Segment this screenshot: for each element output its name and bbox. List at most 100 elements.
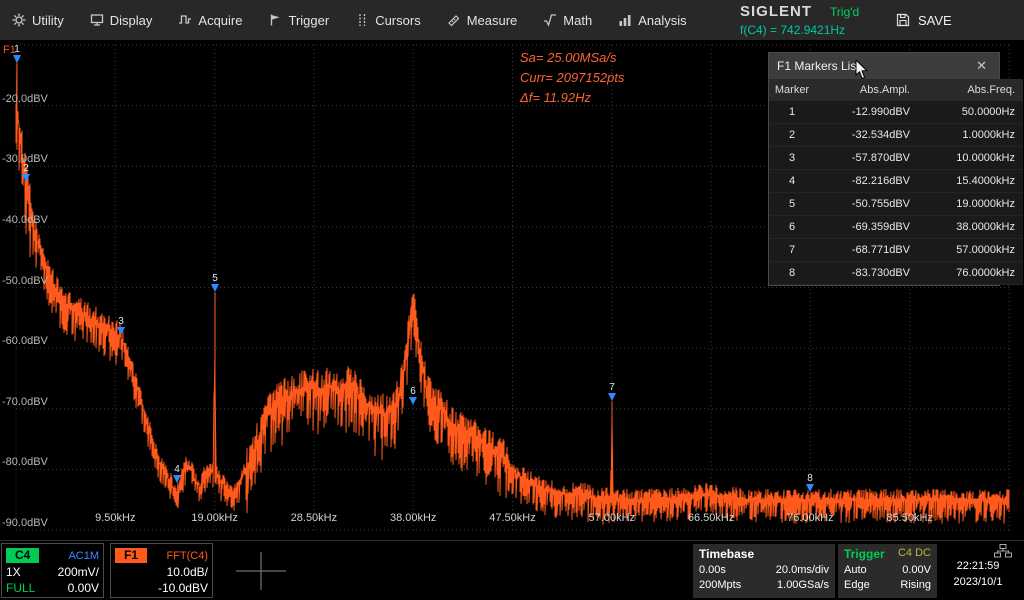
math-icon: [543, 13, 557, 27]
marker-cell: 8: [769, 262, 815, 285]
x-axis-label: 66.50kHz: [688, 512, 734, 524]
marker-row[interactable]: 8-83.730dBV76.0000kHz: [769, 262, 1023, 285]
timebase-scale: 20.0ms/div: [776, 564, 829, 576]
trace-marker-7[interactable]: 7: [608, 382, 616, 401]
marker-row[interactable]: 7-68.771dBV57.0000kHz: [769, 239, 1023, 262]
frequency-counter-readout: f(C4) = 742.9421Hz: [740, 23, 859, 37]
menu-measure[interactable]: Measure: [447, 13, 518, 28]
menu-acquire-label: Acquire: [198, 13, 242, 28]
timebase-box[interactable]: Timebase 0.00s 20.0ms/div 200Mpts 1.00GS…: [693, 544, 835, 598]
delta-f-readout: Δf= 11.92Hz: [520, 88, 624, 108]
menu-utility-label: Utility: [32, 13, 64, 28]
marker-number: 4: [174, 464, 180, 475]
marker-row[interactable]: 3-57.870dBV10.0000kHz: [769, 147, 1023, 170]
top-menu-bar: Utility Display Acquire Trigger: [0, 0, 1024, 40]
y-axis-label: -40.0dBV: [2, 214, 48, 226]
trace-marker-4[interactable]: 4: [173, 464, 181, 483]
menu-trigger[interactable]: Trigger: [268, 13, 329, 28]
x-axis-label: 76.00kHz: [787, 512, 833, 524]
timebase-samplerate: 1.00GSa/s: [777, 579, 829, 591]
y-axis-label: -60.0dBV: [2, 335, 48, 347]
marker-cell: 76.0000kHz: [920, 262, 1023, 285]
marker-cell: 2: [769, 124, 815, 147]
marker-number: 5: [212, 273, 218, 284]
acquisition-info-block: Sa= 25.00MSa/s Curr= 2097152pts Δf= 11.9…: [520, 48, 624, 108]
trace-marker-6[interactable]: 6: [409, 386, 417, 405]
marker-number: 3: [118, 316, 124, 327]
save-button[interactable]: SAVE: [896, 0, 952, 40]
menu-math-label: Math: [563, 13, 592, 28]
oscilloscope-screen: Utility Display Acquire Trigger: [0, 0, 1024, 600]
marker-arrow-icon: [211, 284, 219, 292]
marker-cell: 1.0000kHz: [920, 124, 1023, 147]
save-button-label: SAVE: [918, 13, 952, 28]
f1-reference: -10.0dBV: [158, 581, 208, 595]
marker-cell: 5: [769, 193, 815, 216]
menu-analysis[interactable]: Analysis: [618, 13, 686, 28]
marker-row[interactable]: 2-32.534dBV1.0000kHz: [769, 124, 1023, 147]
display-icon: [90, 13, 104, 27]
menu-utility[interactable]: Utility: [12, 13, 64, 28]
marker-cell: -57.870dBV: [815, 147, 920, 170]
math-f1-box[interactable]: F1 FFT(C4) 10.0dB/ -10.0dBV: [110, 543, 213, 598]
trace-marker-1[interactable]: 1: [13, 44, 21, 63]
marker-arrow-icon: [13, 55, 21, 63]
cursors-icon: [355, 13, 369, 27]
markers-panel-header[interactable]: F1 Markers List ✕: [769, 53, 999, 79]
trace-marker-3[interactable]: 3: [117, 316, 125, 335]
x-axis-label: 85.50kHz: [886, 512, 932, 524]
menu-analysis-label: Analysis: [638, 13, 686, 28]
marker-cell: -82.216dBV: [815, 170, 920, 193]
trace-marker-2[interactable]: 2: [22, 163, 30, 182]
trace-marker-5[interactable]: 5: [211, 273, 219, 292]
trigger-mode: Auto: [844, 564, 867, 576]
markers-panel-title: F1 Markers List: [777, 59, 860, 73]
marker-cell: 6: [769, 216, 815, 239]
trigger-box[interactable]: Trigger C4 DC Auto 0.00V Edge Rising: [838, 544, 937, 598]
marker-row[interactable]: 4-82.216dBV15.4000kHz: [769, 170, 1023, 193]
menu-math[interactable]: Math: [543, 13, 592, 28]
marker-row[interactable]: 6-69.359dBV38.0000kHz: [769, 216, 1023, 239]
x-axis-label: 38.00kHz: [390, 512, 436, 524]
marker-cell: 1: [769, 101, 815, 124]
markers-table: Marker Abs.Ampl. Abs.Freq. 1-12.990dBV50…: [769, 79, 1023, 285]
f1-trace-chip: F1: [115, 548, 147, 563]
marker-cell: 10.0000kHz: [920, 147, 1023, 170]
markers-table-header-row: Marker Abs.Ampl. Abs.Freq.: [769, 79, 1023, 101]
marker-number: 1: [14, 44, 20, 55]
trace-marker-8[interactable]: 8: [806, 473, 814, 492]
points-readout: Curr= 2097152pts: [520, 68, 624, 88]
marker-row[interactable]: 5-50.755dBV19.0000kHz: [769, 193, 1023, 216]
close-icon[interactable]: ✕: [972, 58, 991, 74]
c4-channel-chip: C4: [6, 548, 39, 563]
channel-c4-box[interactable]: C4 AC1M 1X 200mV/ FULL 0.00V: [1, 543, 104, 598]
marker-arrow-icon: [409, 397, 417, 405]
col-abs-ampl: Abs.Ampl.: [815, 79, 920, 101]
c4-scale: 200mV/: [58, 565, 99, 579]
menu-display-label: Display: [110, 13, 153, 28]
trigger-status-badge: Trig'd: [830, 5, 859, 19]
y-axis-label: -90.0dBV: [2, 517, 48, 529]
marker-row[interactable]: 1-12.990dBV50.0000Hz: [769, 101, 1023, 124]
bottom-status-bar: C4 AC1M 1X 200mV/ FULL 0.00V F1 FFT(C4) …: [0, 540, 1024, 600]
f1-scale: 10.0dB/: [167, 565, 208, 579]
trigger-level: 0.00V: [902, 564, 931, 576]
marker-cell: -32.534dBV: [815, 124, 920, 147]
menu-acquire[interactable]: Acquire: [178, 13, 242, 28]
marker-cell: 4: [769, 170, 815, 193]
brand-block: SIGLENT Trig'd f(C4) = 742.9421Hz: [740, 3, 859, 37]
mouse-cursor: [855, 60, 869, 80]
x-axis-label: 28.50kHz: [291, 512, 337, 524]
menu-display[interactable]: Display: [90, 13, 153, 28]
trigger-source: C4 DC: [898, 547, 931, 561]
menu-cursors[interactable]: Cursors: [355, 13, 421, 28]
c4-bandwidth: FULL: [6, 581, 35, 595]
network-icon[interactable]: [994, 544, 1012, 558]
sample-rate-readout: Sa= 25.00MSa/s: [520, 48, 624, 68]
clock-time: 22:21:59: [957, 558, 1000, 574]
col-abs-freq: Abs.Freq.: [920, 79, 1023, 101]
col-marker: Marker: [769, 79, 815, 101]
c4-offset: 0.00V: [68, 581, 99, 595]
clock-date: 2023/10/1: [954, 574, 1003, 590]
marker-arrow-icon: [608, 393, 616, 401]
